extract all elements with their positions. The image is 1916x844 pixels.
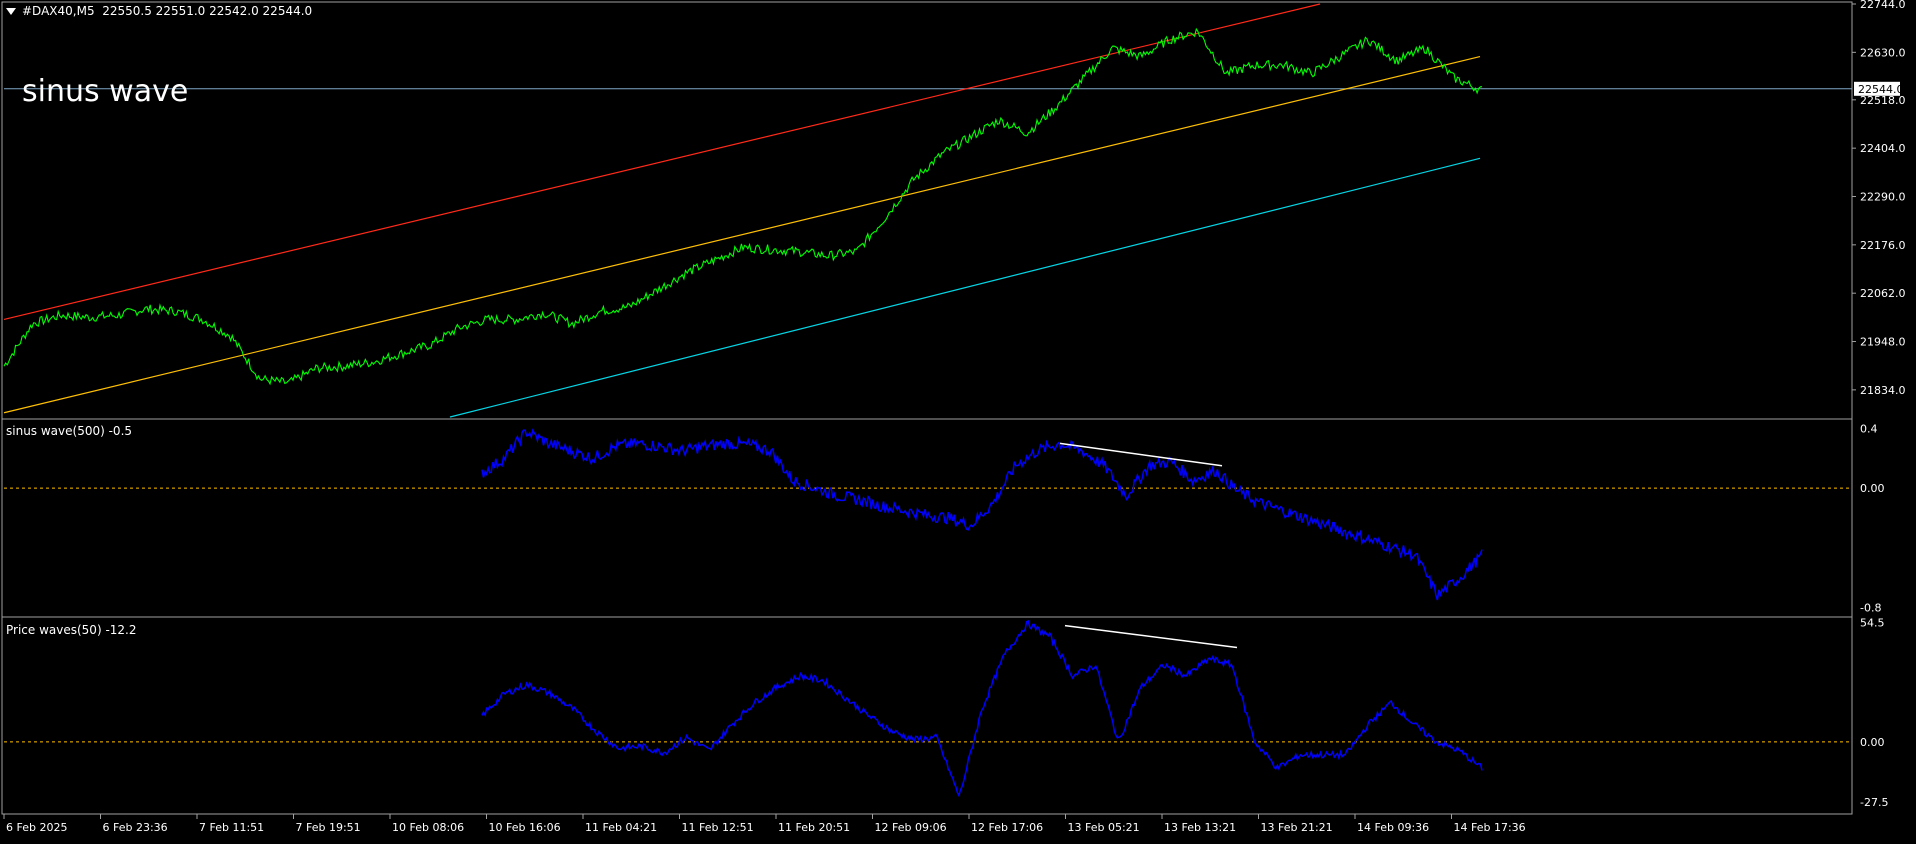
chart-annotation-text[interactable]: sinus wave: [22, 74, 188, 109]
current-price-label: 22544.0: [1858, 83, 1904, 96]
indicator2-label: Price waves(50) -12.2: [6, 623, 137, 637]
trading-chart[interactable]: 22744.0 22630.0 22518.0 22404.0 22290.0 22176…: [0, 0, 1916, 840]
time-tick-label: 10 Feb 08:06: [392, 821, 464, 834]
indicator1-line: [481, 428, 1483, 601]
time-tick-label: 12 Feb 17:06: [971, 821, 1043, 834]
time-tick-label: 11 Feb 12:51: [682, 821, 754, 834]
time-tick-label: 13 Feb 05:21: [1068, 821, 1140, 834]
indicator1-tick-label: 0.00: [1860, 482, 1885, 495]
indicator2-trendline: [1064, 624, 1238, 649]
time-tick-label: 7 Feb 19:51: [296, 821, 361, 834]
chart-header: #DAX40,M5 22550.5 22551.0 22542.0 22544.…: [6, 4, 312, 18]
price-tick-label: 22744.0: [1860, 0, 1906, 11]
price-tick-label: 22062.0: [1860, 287, 1906, 300]
symbol-label: #DAX40,M5: [22, 4, 95, 18]
price-tick-label: 22176.0: [1860, 239, 1906, 252]
time-tick-label: 7 Feb 11:51: [199, 821, 264, 834]
indicator2-tick-label: -27.5: [1860, 796, 1888, 809]
indicator2-tick-label: 0.00: [1860, 736, 1885, 749]
collapse-triangle-icon[interactable]: [6, 8, 16, 15]
lower-channel-line: [449, 157, 1481, 418]
indicator1-tick-label: 0.4: [1860, 422, 1878, 435]
price-tick-label: 21834.0: [1860, 384, 1906, 397]
time-tick-label: 6 Feb 2025: [6, 821, 67, 834]
price-tick-label: 21948.0: [1860, 336, 1906, 349]
time-tick-label: 6 Feb 23:36: [103, 821, 168, 834]
time-tick-label: 14 Feb 09:36: [1357, 821, 1429, 834]
price-tick-label: 22290.0: [1860, 191, 1906, 204]
time-tick-label: 12 Feb 09:06: [875, 821, 947, 834]
time-tick-label: 10 Feb 16:06: [489, 821, 561, 834]
time-tick-label: 11 Feb 04:21: [585, 821, 657, 834]
pane-border-1: [1, 1, 1853, 420]
indicator1-label: sinus wave(500) -0.5: [6, 424, 133, 438]
chart-canvas[interactable]: 22744.022630.022518.022404.022290.022176…: [0, 0, 1916, 840]
middle-channel-line: [3, 55, 1481, 414]
time-tick-label: 11 Feb 20:51: [778, 821, 850, 834]
indicator2-line: [481, 619, 1483, 798]
time-tick-label: 13 Feb 13:21: [1164, 821, 1236, 834]
pane-border-3: [1, 616, 1853, 815]
ohlc-values: 22550.5 22551.0 22542.0 22544.0: [102, 4, 313, 18]
price-tick-label: 22630.0: [1860, 46, 1906, 59]
indicator2-tick-label: 54.5: [1860, 616, 1885, 629]
price-line: [3, 27, 1483, 386]
pane-border-2: [1, 418, 1853, 618]
time-tick-label: 14 Feb 17:36: [1454, 821, 1526, 834]
time-tick-label: 13 Feb 21:21: [1261, 821, 1333, 834]
price-tick-label: 22404.0: [1860, 142, 1906, 155]
indicator1-tick-label: -0.8: [1860, 602, 1881, 615]
